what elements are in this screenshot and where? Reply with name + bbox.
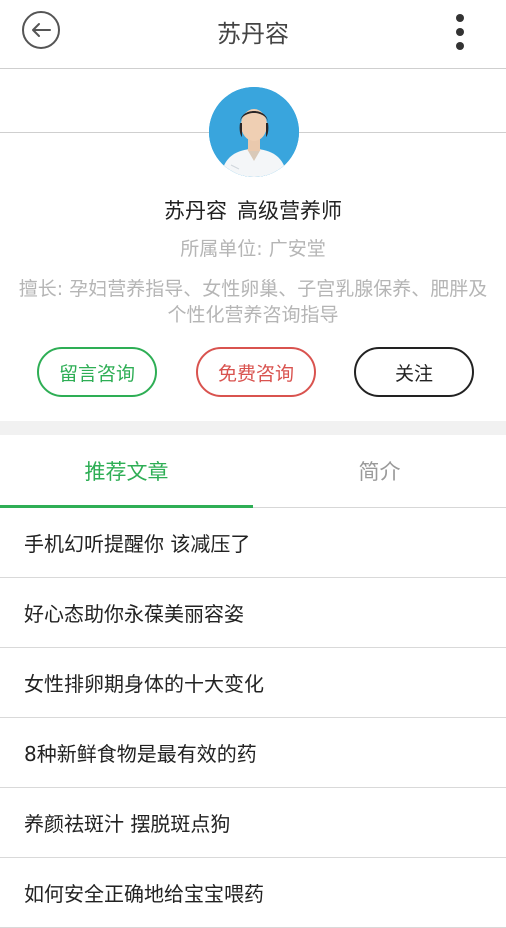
- article-list: 手机幻听提醒你 该减压了 好心态助你永葆美丽容姿 女性排卵期身体的十大变化 8种…: [0, 508, 506, 928]
- free-consult-button[interactable]: 免费咨询: [196, 347, 316, 397]
- top-bar: 苏丹容: [0, 0, 506, 69]
- tab-bar: 推荐文章 简介: [0, 435, 506, 508]
- message-consult-button[interactable]: 留言咨询: [37, 347, 157, 397]
- list-item[interactable]: 8种新鲜食物是最有效的药: [0, 718, 506, 788]
- list-item[interactable]: 如何安全正确地给宝宝喂药: [0, 858, 506, 928]
- tab-introduction[interactable]: 简介: [253, 435, 506, 507]
- doctor-unit: 所属单位: 广安堂: [180, 238, 326, 260]
- doctor-name: 苏丹容: [164, 199, 227, 223]
- section-gap: [0, 421, 506, 435]
- doctor-name-line: 苏丹容 高级营养师: [0, 195, 506, 225]
- profile-card: 苏丹容 高级营养师 所属单位: 广安堂 擅长: 孕妇营养指导、女性卵巢、子宫乳腺保…: [0, 69, 506, 421]
- list-item[interactable]: 养颜祛斑汁 摆脱斑点狗: [0, 788, 506, 858]
- avatar: [209, 87, 299, 177]
- more-options-icon[interactable]: [452, 14, 468, 50]
- list-item[interactable]: 女性排卵期身体的十大变化: [0, 648, 506, 718]
- doctor-position: 高级营养师: [237, 199, 342, 223]
- tab-recommended-articles[interactable]: 推荐文章: [0, 435, 253, 508]
- doctor-specialty: 擅长: 孕妇营养指导、女性卵巢、子宫乳腺保养、肥胖及个性化营养咨询指导: [18, 278, 488, 326]
- follow-button[interactable]: 关注: [354, 347, 474, 397]
- page-title: 苏丹容: [217, 20, 289, 48]
- list-item[interactable]: 手机幻听提醒你 该减压了: [0, 508, 506, 578]
- list-item[interactable]: 好心态助你永葆美丽容姿: [0, 578, 506, 648]
